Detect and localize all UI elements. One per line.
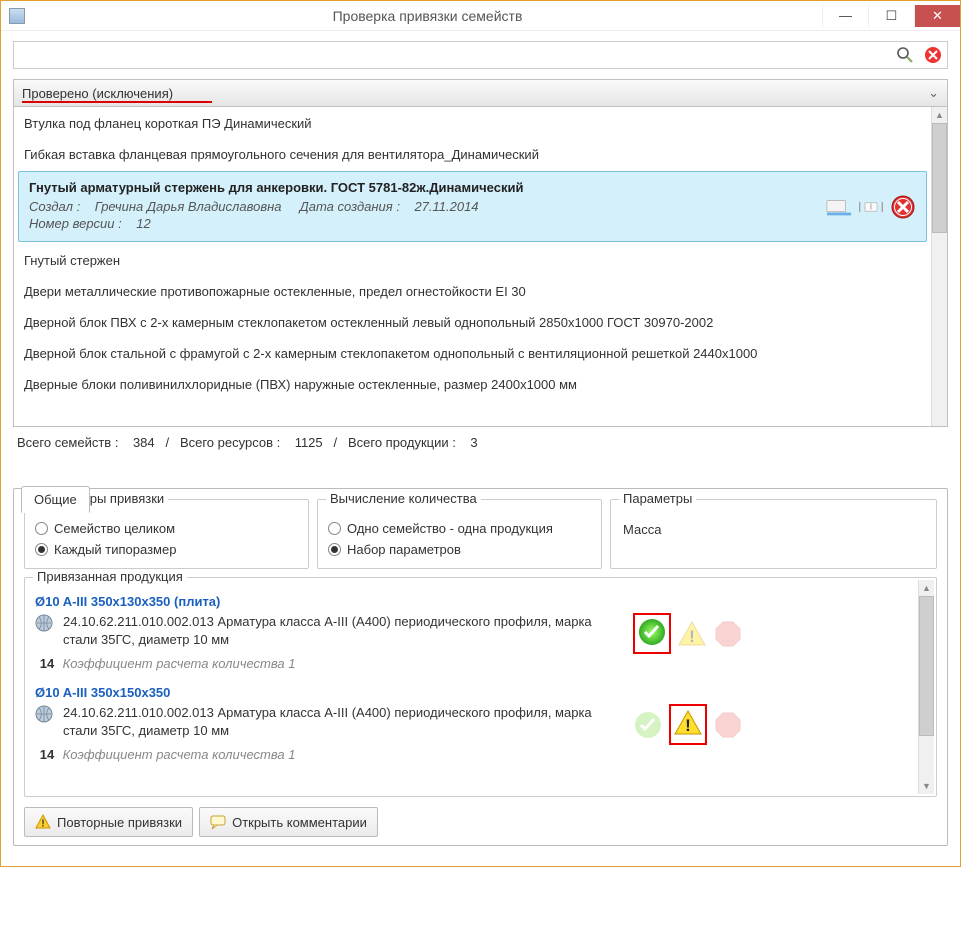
product-item[interactable]: Ø10 A-III 350х150х350 24.10.62.211.010.0… — [35, 685, 910, 762]
products-box: Привязанная продукция Ø10 A-III 350х130х… — [24, 577, 937, 797]
close-icon — [924, 46, 942, 64]
scroll-down-icon[interactable]: ▼ — [919, 778, 934, 794]
globe-icon — [35, 614, 53, 632]
content-area: Проверено (исключения) ⌄ Втулка под флан… — [1, 31, 960, 866]
selected-version-row: Номер версии : 12 — [29, 216, 916, 231]
list-item[interactable]: Двери металлические противопожарные осте… — [14, 275, 931, 306]
list-item-selected[interactable]: Гнутый арматурный стержень для анкеровки… — [18, 171, 927, 242]
chevron-down-icon: ⌄ — [928, 85, 939, 101]
repeat-bindings-button[interactable]: ! Повторные привязки — [24, 807, 193, 837]
family-list: Втулка под фланец короткая ПЭ Динамическ… — [13, 107, 948, 427]
legend-products: Привязанная продукция — [33, 569, 187, 584]
check-icon[interactable] — [633, 710, 663, 740]
footer-buttons: ! Повторные привязки Открыть комментарии — [24, 807, 937, 837]
minimize-button[interactable]: — — [822, 5, 868, 27]
list-item[interactable]: Втулка под фланец короткая ПЭ Динамическ… — [14, 107, 931, 138]
scroll-thumb[interactable] — [919, 596, 934, 736]
list-item[interactable]: Гнутый стержен — [14, 244, 931, 275]
legend-params: Параметры — [619, 491, 696, 506]
product-coef-row: 14 Коэффициент расчета количества 1 — [35, 656, 910, 671]
clear-search-button[interactable] — [919, 42, 947, 68]
dimension-button[interactable]: I — [858, 194, 884, 220]
status-highlight: ! — [669, 704, 707, 745]
product-item[interactable]: Ø10 A-III 350х130х350 (плита) 24.10.62.2… — [35, 594, 910, 671]
group-header-label: Проверено (исключения) — [22, 86, 173, 101]
tape-icon — [826, 196, 852, 218]
svg-text:!: ! — [41, 819, 44, 830]
radio-icon — [328, 522, 341, 535]
selected-title: Гнутый арматурный стержень для анкеровки… — [29, 180, 916, 195]
warning-icon: ! — [35, 814, 51, 830]
globe-icon — [35, 705, 53, 723]
radio-icon — [35, 543, 48, 556]
search-icon — [896, 46, 914, 64]
scroll-thumb[interactable] — [932, 123, 947, 233]
dimension-icon: I — [858, 199, 884, 215]
maximize-button[interactable]: ☐ — [868, 5, 914, 27]
group-underline — [22, 101, 212, 103]
svg-text:!: ! — [685, 716, 691, 735]
svg-text:I: I — [870, 202, 872, 211]
stop-icon[interactable] — [713, 710, 743, 740]
delete-icon — [890, 194, 916, 220]
product-title: Ø10 A-III 350х130х350 (плита) — [35, 594, 910, 609]
list-scrollbar[interactable]: ▲ — [931, 107, 947, 426]
fieldset-params: Параметры Масса — [610, 499, 937, 569]
legend-quantity: Вычисление количества — [326, 491, 481, 506]
product-desc: 24.10.62.211.010.002.013 Арматура класса… — [63, 704, 623, 740]
product-desc: 24.10.62.211.010.002.013 Арматура класса… — [63, 613, 623, 649]
product-coef-row: 14 Коэффициент расчета количества 1 — [35, 747, 910, 762]
titlebar: Проверка привязки семейств — ☐ ✕ — [1, 1, 960, 31]
warning-icon: ! — [673, 708, 703, 738]
main-window: Проверка привязки семейств — ☐ ✕ — [0, 0, 961, 867]
tape-button[interactable] — [826, 194, 852, 220]
search-button[interactable] — [891, 42, 919, 68]
app-icon — [9, 8, 25, 24]
list-item[interactable]: Дверной блок стальной с фрамугой с 2-х к… — [14, 337, 931, 368]
close-button[interactable]: ✕ — [914, 5, 960, 27]
radio-icon — [35, 522, 48, 535]
radio-quantity-one[interactable]: Одно семейство - одна продукция — [328, 518, 591, 539]
warning-icon[interactable]: ! — [677, 619, 707, 649]
selected-actions: I — [826, 194, 916, 220]
search-input[interactable] — [14, 42, 891, 68]
window-controls: — ☐ ✕ — [822, 5, 960, 27]
open-comments-button[interactable]: Открыть комментарии — [199, 807, 378, 837]
tabs-area: Общие Параметры привязки Семейство целик… — [13, 488, 948, 846]
radio-quantity-set[interactable]: Набор параметров — [328, 539, 591, 560]
product-title: Ø10 A-III 350х150х350 — [35, 685, 910, 700]
product-status: ! — [633, 704, 743, 745]
scroll-up-icon[interactable]: ▲ — [932, 107, 947, 123]
list-item[interactable]: Дверной блок ПВХ с 2-х камерным стеклопа… — [14, 306, 931, 337]
window-title: Проверка привязки семейств — [33, 8, 822, 24]
tab-panel: Параметры привязки Семейство целиком Каж… — [13, 488, 948, 846]
products-scrollbar[interactable]: ▲ ▼ — [918, 580, 934, 794]
delete-button[interactable] — [890, 194, 916, 220]
search-bar — [13, 41, 948, 69]
tab-general[interactable]: Общие — [21, 486, 90, 513]
list-item[interactable]: Гибкая вставка фланцевая прямоугольного … — [14, 138, 931, 169]
summary-row: Всего семейств : 384 / Всего ресурсов : … — [13, 427, 948, 466]
selected-meta: Создал : Гречина Дарья Владиславовна Дат… — [29, 199, 916, 214]
radio-icon — [328, 543, 341, 556]
product-status: ! — [633, 613, 743, 654]
check-icon — [637, 617, 667, 647]
fieldset-row: Параметры привязки Семейство целиком Каж… — [24, 499, 937, 569]
status-highlight — [633, 613, 671, 654]
stop-icon[interactable] — [713, 619, 743, 649]
fieldset-quantity: Вычисление количества Одно семейство - о… — [317, 499, 602, 569]
radio-binding-each[interactable]: Каждый типоразмер — [35, 539, 298, 560]
params-value: Масса — [621, 518, 926, 541]
scroll-up-icon[interactable]: ▲ — [919, 580, 934, 596]
svg-text:!: ! — [689, 627, 695, 646]
comment-icon — [210, 814, 226, 830]
list-item[interactable]: Дверные блоки поливинилхлоридные (ПВХ) н… — [14, 368, 931, 399]
radio-binding-whole[interactable]: Семейство целиком — [35, 518, 298, 539]
group-header[interactable]: Проверено (исключения) ⌄ — [13, 79, 948, 107]
